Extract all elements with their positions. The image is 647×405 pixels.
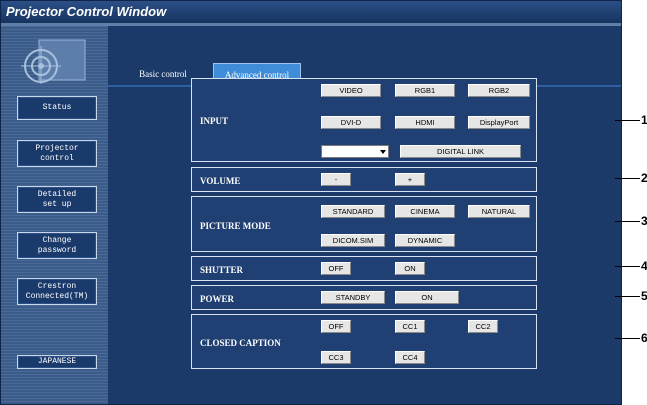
picture-mode-section: PICTURE MODE STANDARD CINEMA NATURAL DIC… [191, 196, 537, 252]
crestron-connected-button[interactable]: Crestron Connected(TM) [17, 278, 97, 305]
input-rgb1-button[interactable]: RGB1 [395, 84, 455, 97]
input-video-button[interactable]: VIDEO [321, 84, 381, 97]
projector-control-button[interactable]: Projector control [17, 140, 97, 167]
volume-label: VOLUME [200, 176, 241, 186]
shutter-label: SHUTTER [200, 265, 244, 275]
picture-cinema-button[interactable]: CINEMA [395, 205, 455, 218]
callout-line-6 [615, 338, 640, 339]
callout-line-5 [615, 296, 640, 297]
callout-number-5: 5 [641, 289, 647, 303]
cc3-button[interactable]: CC3 [321, 351, 351, 364]
main-panel: Basic control Advanced control INPUT VID… [108, 26, 621, 404]
volume-section: VOLUME - + [191, 167, 537, 192]
picture-dicomsim-button[interactable]: DICOM.SIM [321, 234, 385, 247]
projector-control-window: Projector Control Window Status Projecto… [0, 0, 622, 405]
shutter-off-button[interactable]: OFF [321, 262, 351, 275]
input-rgb2-button[interactable]: RGB2 [468, 84, 530, 97]
closed-caption-label: CLOSED CAPTION [200, 338, 281, 348]
cc4-button[interactable]: CC4 [395, 351, 425, 364]
callout-line-3 [615, 221, 640, 222]
volume-minus-button[interactable]: - [321, 173, 351, 186]
input-select-dropdown[interactable] [321, 145, 389, 158]
closed-caption-section: CLOSED CAPTION OFF CC1 CC2 CC3 CC4 [191, 314, 537, 369]
change-password-button[interactable]: Change password [17, 232, 97, 259]
callout-line-1 [615, 120, 640, 121]
callout-number-4: 4 [641, 259, 647, 273]
window-title: Projector Control Window [1, 1, 621, 23]
power-on-button[interactable]: ON [395, 291, 459, 304]
shutter-on-button[interactable]: ON [395, 262, 425, 275]
lens-logo-icon [21, 39, 86, 84]
shutter-section: SHUTTER OFF ON [191, 256, 537, 281]
callout-number-2: 2 [641, 171, 647, 185]
power-label: POWER [200, 294, 235, 304]
callout-line-4 [615, 266, 640, 267]
callout-line-2 [615, 178, 640, 179]
japanese-language-button[interactable]: JAPANESE [17, 355, 97, 369]
input-hdmi-button[interactable]: HDMI [395, 116, 455, 129]
callout-number-3: 3 [641, 214, 647, 228]
power-standby-button[interactable]: STANDBY [321, 291, 385, 304]
callout-number-6: 6 [641, 331, 647, 345]
callout-number-1: 1 [641, 113, 647, 127]
input-label: INPUT [200, 116, 229, 126]
status-button[interactable]: Status [17, 96, 97, 120]
detailed-setup-button[interactable]: Detailed set up [17, 186, 97, 213]
cc-off-button[interactable]: OFF [321, 320, 351, 333]
digital-link-button[interactable]: DIGITAL LINK [400, 145, 521, 158]
power-section: POWER STANDBY ON [191, 285, 537, 310]
picture-dynamic-button[interactable]: DYNAMIC [395, 234, 455, 247]
picture-standard-button[interactable]: STANDARD [321, 205, 385, 218]
cc2-button[interactable]: CC2 [468, 320, 498, 333]
input-dvid-button[interactable]: DVI-D [321, 116, 381, 129]
sidebar: Status Projector control Detailed set up… [1, 26, 108, 404]
input-section: INPUT VIDEO RGB1 RGB2 DVI-D HDMI Display… [191, 78, 537, 162]
chevron-down-icon [380, 150, 386, 154]
cc1-button[interactable]: CC1 [395, 320, 425, 333]
volume-plus-button[interactable]: + [395, 173, 425, 186]
input-displayport-button[interactable]: DisplayPort [468, 116, 530, 129]
picture-mode-label: PICTURE MODE [200, 221, 271, 231]
picture-natural-button[interactable]: NATURAL [468, 205, 530, 218]
